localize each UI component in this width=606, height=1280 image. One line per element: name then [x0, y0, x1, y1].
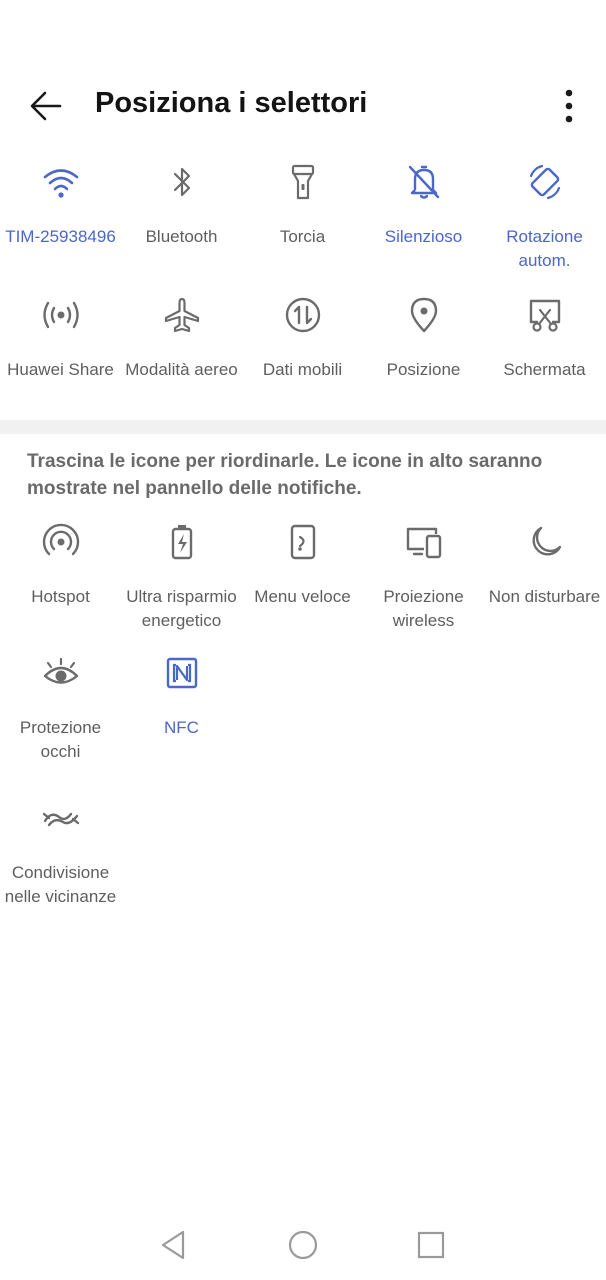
reorder-hint: Trascina le icone per riordinarle. Le ic… — [27, 451, 543, 499]
location-pin-icon — [410, 297, 437, 333]
top-app-bar: Posiziona i selettori — [0, 60, 606, 150]
tile-label: Ultra risparmio energetico — [126, 587, 237, 630]
tile-bluetooth[interactable]: Bluetooth — [121, 160, 242, 249]
bluetooth-icon — [173, 167, 190, 197]
tile-mobile-data[interactable]: Dati mobili — [242, 293, 363, 382]
tile-label: Dati mobili — [262, 360, 343, 379]
section-divider — [0, 420, 606, 434]
battery-saver-icon — [171, 525, 192, 560]
tile-label: Silenzioso — [384, 227, 463, 246]
tile-silent[interactable]: Silenzioso — [363, 160, 484, 249]
tile-label: Huawei Share — [7, 360, 114, 379]
tile-label: Proiezione wireless — [383, 587, 464, 630]
tile-label: NFC — [164, 718, 199, 737]
tile-quick-menu[interactable]: Menu veloce — [242, 520, 363, 609]
mobile-data-icon — [285, 297, 320, 333]
tile-flashlight[interactable]: Torcia — [242, 160, 363, 249]
more-vert-icon — [565, 89, 573, 123]
huawei-share-icon — [42, 301, 79, 329]
tile-eye-protection[interactable]: Protezione occhi — [0, 651, 121, 764]
quick-menu-icon — [290, 524, 315, 560]
flashlight-icon — [291, 164, 314, 200]
tile-nfc[interactable]: NFC — [121, 651, 242, 740]
tile-label: Protezione occhi — [19, 718, 102, 761]
tile-label: TIM-25938496 — [5, 227, 116, 246]
tile-huawei-share[interactable]: Huawei Share — [0, 293, 121, 382]
tile-label: Hotspot — [31, 587, 90, 606]
bell-off-icon — [408, 165, 439, 199]
tile-label: Condivisione nelle vicinanze — [4, 863, 117, 906]
nav-recents-icon — [417, 1231, 445, 1259]
eye-icon — [43, 657, 78, 684]
tile-screenshot[interactable]: Schermata — [484, 293, 605, 382]
tile-nearby-share[interactable]: Condivisione nelle vicinanze — [0, 796, 121, 909]
nav-home-button[interactable] — [283, 1225, 323, 1265]
tile-wifi[interactable]: TIM-25938496 — [0, 160, 121, 249]
wireless-projection-icon — [406, 527, 441, 559]
tile-do-not-disturb[interactable]: Non disturbare — [484, 520, 605, 609]
tile-airplane[interactable]: Modalità aereo — [121, 293, 242, 382]
tile-label: Torcia — [279, 227, 326, 246]
tile-label: Schermata — [503, 360, 586, 379]
tile-label: Bluetooth — [145, 227, 218, 246]
moon-icon — [532, 526, 561, 556]
nav-back-button[interactable] — [153, 1225, 193, 1265]
system-navigation-bar — [0, 1205, 606, 1280]
tile-label: Posizione — [386, 360, 461, 379]
page-title: Posiziona i selettori — [95, 87, 368, 119]
nearby-share-icon — [42, 812, 79, 827]
tile-wireless-projection[interactable]: Proiezione wireless — [363, 520, 484, 633]
tile-auto-rotate[interactable]: Rotazione autom. — [484, 160, 605, 273]
tile-label: Non disturbare — [488, 587, 601, 606]
nfc-icon — [166, 657, 197, 689]
rotate-icon — [529, 164, 560, 200]
nav-back-icon — [161, 1230, 185, 1260]
hotspot-icon — [42, 523, 79, 556]
tile-hotspot[interactable]: Hotspot — [0, 520, 121, 609]
airplane-icon — [164, 297, 199, 333]
tile-label: Menu veloce — [254, 587, 351, 606]
tile-label: Rotazione autom. — [506, 227, 583, 270]
wifi-icon — [43, 169, 78, 198]
screenshot-icon — [529, 299, 560, 332]
back-button[interactable] — [24, 84, 68, 128]
nav-recents-button[interactable] — [411, 1225, 451, 1265]
more-options-button[interactable] — [552, 84, 586, 128]
arrow-left-icon — [30, 91, 62, 121]
tile-location[interactable]: Posizione — [363, 293, 484, 382]
tile-ultra-battery-saver[interactable]: Ultra risparmio energetico — [121, 520, 242, 633]
tile-label: Modalità aereo — [125, 360, 238, 379]
nav-home-icon — [288, 1230, 318, 1260]
